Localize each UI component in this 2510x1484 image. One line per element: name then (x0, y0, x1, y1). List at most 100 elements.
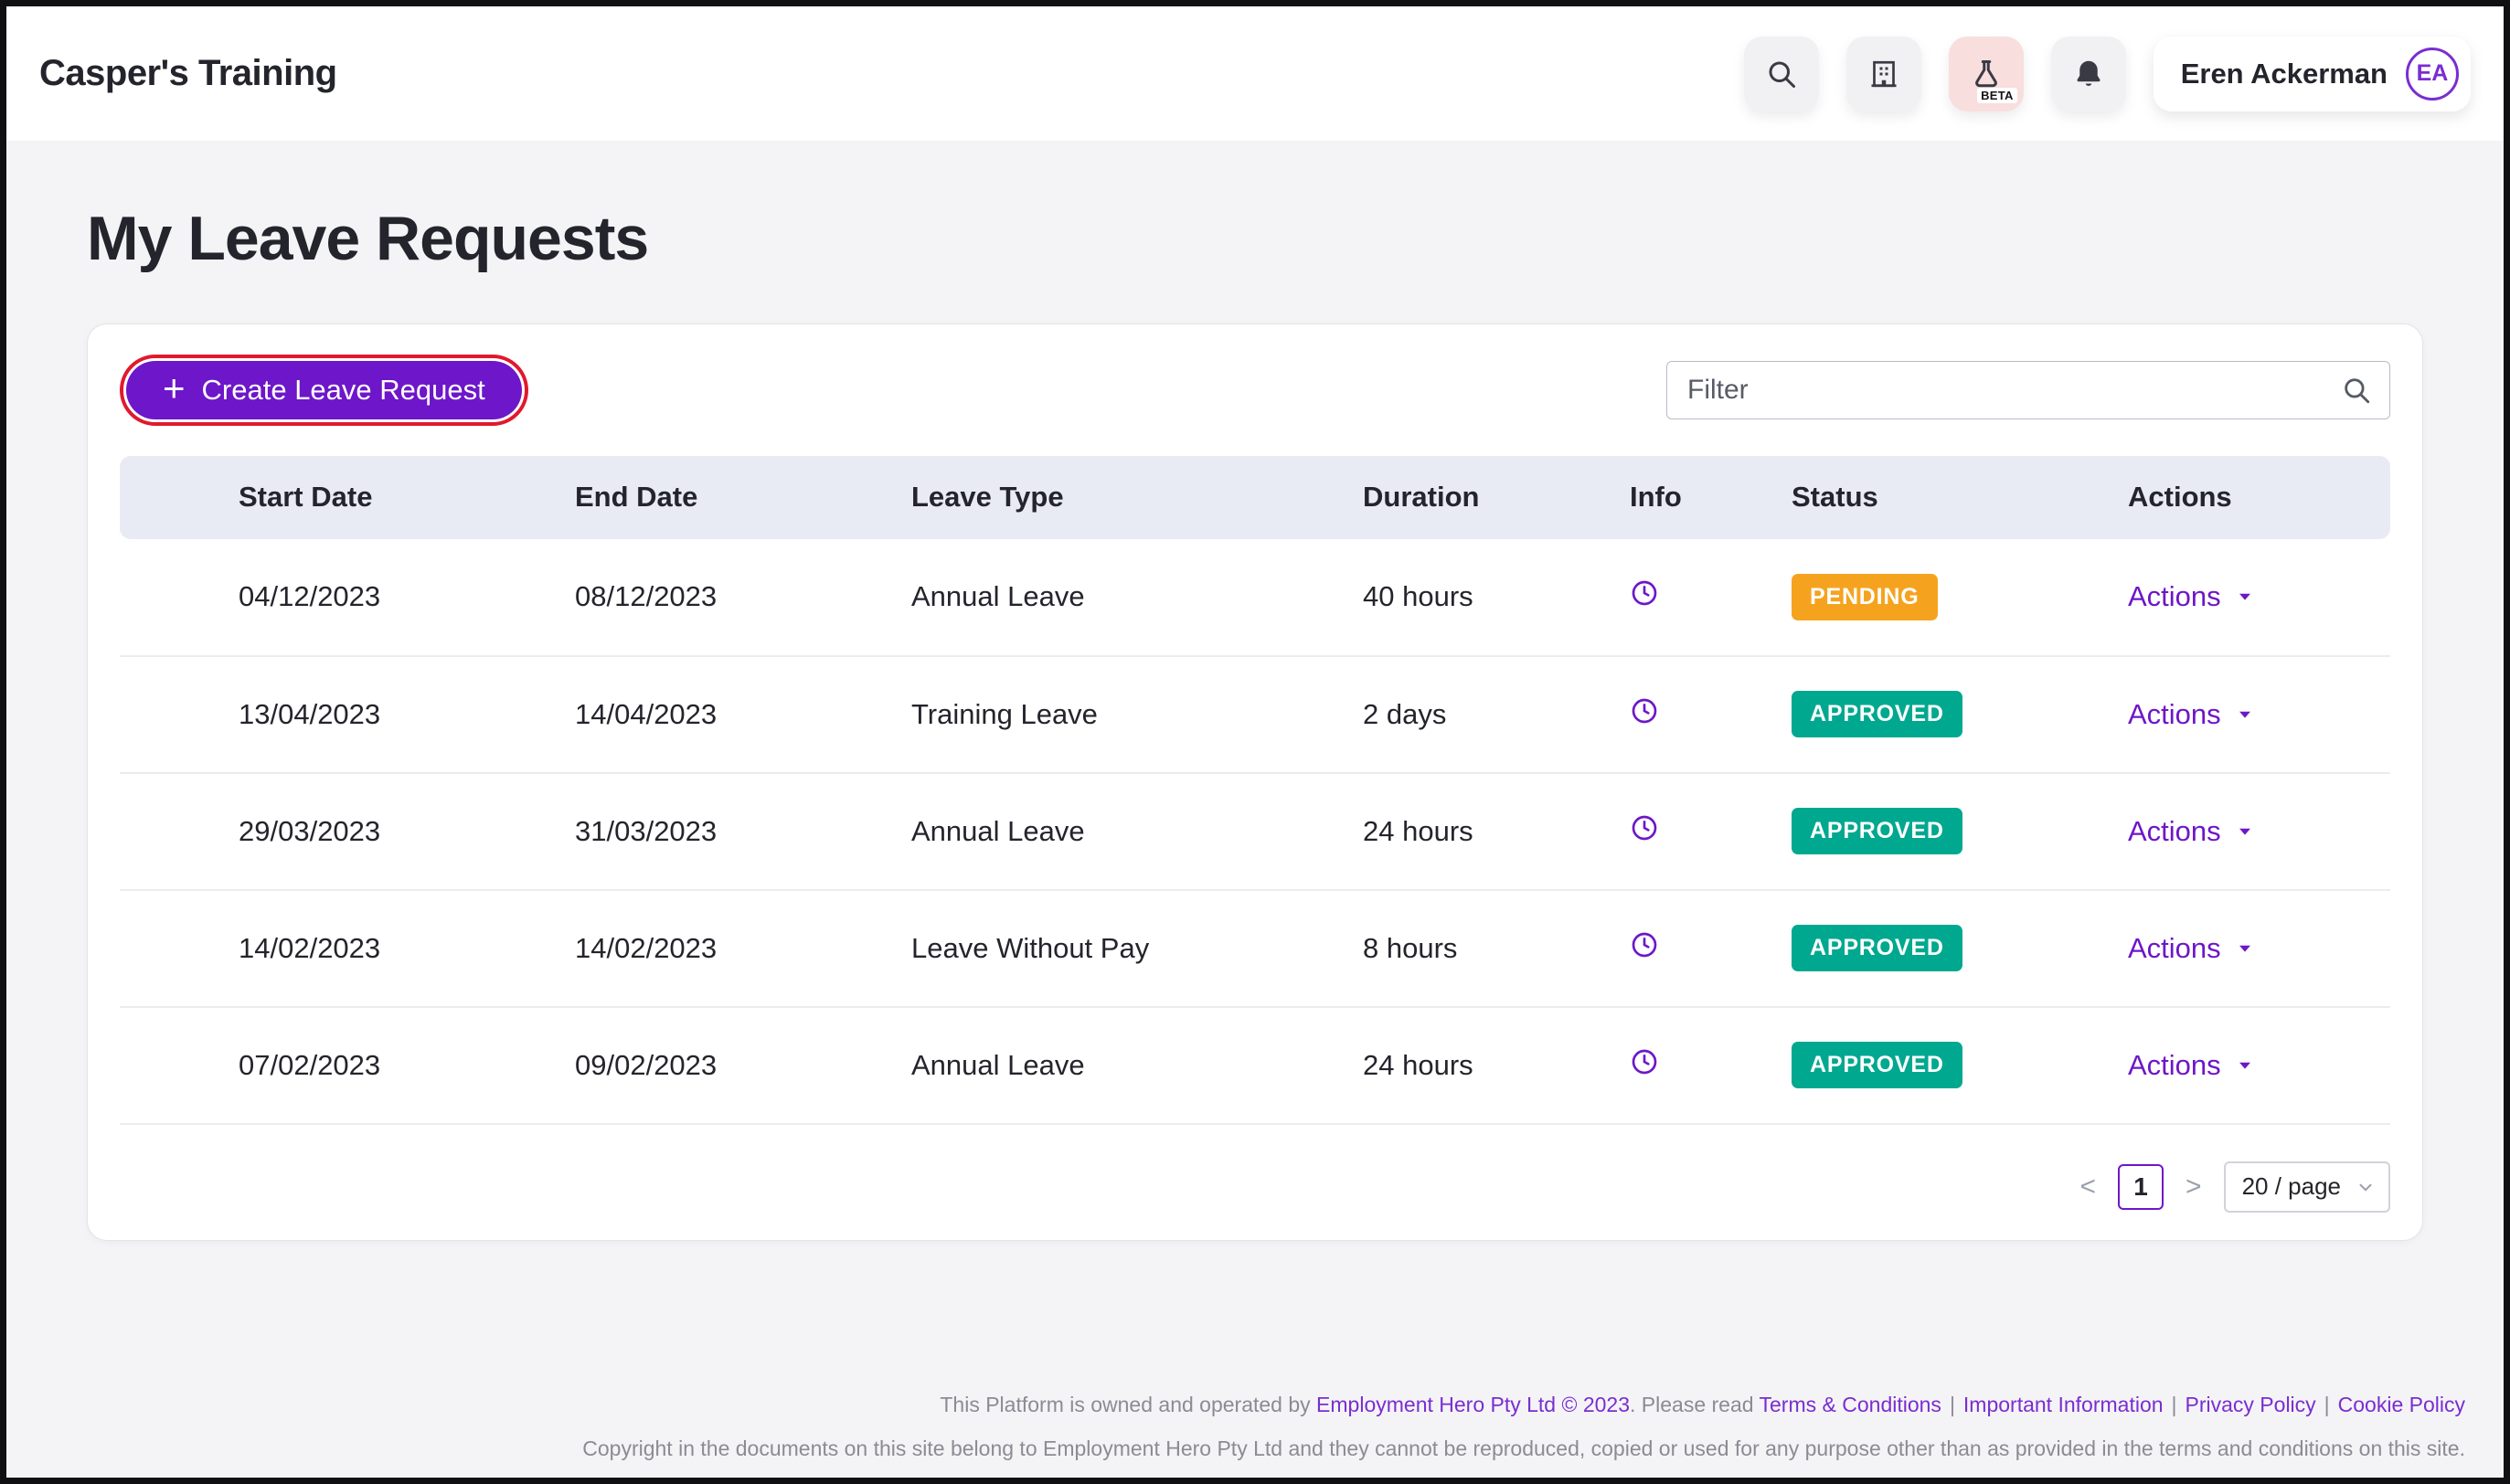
footer-text: . Please read (1630, 1393, 1760, 1417)
leave-requests-card: + Create Leave Request Start Date End Da… (87, 323, 2423, 1241)
table-row: 04/12/2023 08/12/2023 Annual Leave 40 ho… (120, 538, 2390, 657)
search-icon (1769, 61, 1795, 88)
beta-badge: BETA (1977, 87, 2017, 103)
highlight-ring: + Create Leave Request (120, 354, 528, 426)
separator: | (2324, 1393, 2330, 1417)
beta-features-button[interactable]: BETA (1948, 36, 2024, 111)
actions-dropdown[interactable]: Actions (2128, 580, 2255, 613)
table-row: 07/02/2023 09/02/2023 Annual Leave 24 ho… (120, 1006, 2390, 1125)
footer: This Platform is owned and operated by E… (45, 1392, 2465, 1463)
cell-info (1511, 889, 1673, 1008)
cell-info (1511, 655, 1673, 774)
current-page[interactable]: 1 (2118, 1163, 2164, 1210)
cell-actions: Actions (2009, 538, 2390, 657)
page-size-select[interactable]: 20 / page (2223, 1161, 2390, 1213)
status-badge: APPROVED (1792, 808, 1962, 855)
column-header-status: Status (1673, 455, 2009, 539)
cell-leave-type: Annual Leave (792, 1006, 1244, 1125)
column-header-actions: Actions (2009, 455, 2390, 539)
cell-status: APPROVED (1673, 655, 2009, 774)
cell-status: APPROVED (1673, 772, 2009, 891)
cell-end-date: 14/04/2023 (456, 655, 792, 774)
top-bar-actions: BETA Eren Ackerman EA (1743, 36, 2471, 111)
terms-conditions-link[interactable]: Terms & Conditions (1760, 1393, 1941, 1416)
cell-start-date: 07/02/2023 (120, 1006, 456, 1125)
screen: { "colors": { "accent_purple": "#6E16C9"… (0, 0, 2510, 1484)
page-size-value: 20 / page (2241, 1172, 2341, 1201)
cell-actions: Actions (2009, 889, 2390, 1008)
actions-label: Actions (2128, 1048, 2221, 1081)
prev-page-button[interactable]: < (2080, 1172, 2097, 1201)
top-bar: Casper's Training BETA Eren Ackerman EA (6, 6, 2504, 141)
cell-actions: Actions (2009, 772, 2390, 891)
actions-label: Actions (2128, 814, 2221, 847)
next-page-button[interactable]: > (2186, 1172, 2202, 1201)
main-content: My Leave Requests + Create Leave Request (6, 205, 2504, 1241)
privacy-policy-link[interactable]: Privacy Policy (2186, 1393, 2316, 1416)
filter-input[interactable] (1666, 360, 2390, 419)
leave-requests-table: Start Date End Date Leave Type Duration … (120, 455, 2390, 1125)
important-information-link[interactable]: Important Information (1963, 1393, 2164, 1416)
table-row: 14/02/2023 14/02/2023 Leave Without Pay … (120, 889, 2390, 1008)
clock-icon[interactable] (1630, 578, 1659, 608)
actions-dropdown[interactable]: Actions (2128, 698, 2255, 731)
clock-icon[interactable] (1630, 930, 1659, 959)
page-title: My Leave Requests (87, 204, 649, 273)
search-icon (2345, 378, 2370, 403)
status-badge: PENDING (1792, 573, 1938, 620)
avatar: EA (2406, 47, 2459, 101)
cell-start-date: 29/03/2023 (120, 772, 456, 891)
footer-line1: This Platform is owned and operated by E… (45, 1392, 2465, 1419)
actions-label: Actions (2128, 580, 2221, 613)
cell-start-date: 13/04/2023 (120, 655, 456, 774)
cell-duration: 24 hours (1244, 772, 1511, 891)
bell-icon (2077, 60, 2101, 86)
actions-dropdown[interactable]: Actions (2128, 1049, 2255, 1082)
cell-start-date: 04/12/2023 (120, 538, 456, 657)
table-header-row: Start Date End Date Leave Type Duration … (120, 455, 2390, 539)
notifications-button[interactable] (2050, 36, 2126, 111)
separator: | (2171, 1393, 2177, 1417)
caret-down-icon (2239, 594, 2250, 600)
app-title: Casper's Training (39, 53, 337, 93)
column-header-end-date: End Date (456, 455, 792, 539)
column-header-duration: Duration (1244, 455, 1511, 539)
cell-end-date: 14/02/2023 (456, 889, 792, 1008)
cell-end-date: 09/02/2023 (456, 1006, 792, 1125)
caret-down-icon (2239, 828, 2250, 835)
separator: | (1949, 1393, 1955, 1417)
cell-info (1511, 1006, 1673, 1125)
table-row: 29/03/2023 31/03/2023 Annual Leave 24 ho… (120, 772, 2390, 891)
actions-dropdown[interactable]: Actions (2128, 932, 2255, 965)
cell-duration: 24 hours (1244, 1006, 1511, 1125)
actions-dropdown[interactable]: Actions (2128, 815, 2255, 848)
status-badge: APPROVED (1792, 925, 1962, 972)
table-row: 13/04/2023 14/04/2023 Training Leave 2 d… (120, 655, 2390, 774)
company-button[interactable] (1845, 36, 1921, 111)
clock-icon[interactable] (1630, 813, 1659, 843)
column-header-start-date: Start Date (120, 455, 456, 539)
cookie-policy-link[interactable]: Cookie Policy (2338, 1393, 2465, 1416)
create-leave-request-button[interactable]: + Create Leave Request (126, 360, 522, 419)
caret-down-icon (2239, 1062, 2250, 1069)
user-name: Eren Ackerman (2180, 57, 2388, 90)
cell-status: APPROVED (1673, 1006, 2009, 1125)
status-badge: APPROVED (1792, 691, 1962, 738)
employment-hero-link[interactable]: Employment Hero Pty Ltd © 2023 (1316, 1393, 1630, 1416)
cell-duration: 2 days (1244, 655, 1511, 774)
cell-status: PENDING (1673, 538, 2009, 657)
caret-down-icon (2239, 711, 2250, 718)
user-menu[interactable]: Eren Ackerman EA (2153, 36, 2471, 111)
cell-info (1511, 772, 1673, 891)
actions-label: Actions (2128, 931, 2221, 964)
cell-status: APPROVED (1673, 889, 2009, 1008)
actions-label: Actions (2128, 697, 2221, 730)
footer-line2: Copyright in the documents on this site … (582, 1436, 2465, 1461)
cell-leave-type: Annual Leave (792, 538, 1244, 657)
clock-icon[interactable] (1630, 696, 1659, 726)
building-icon (1871, 60, 1897, 87)
search-button[interactable] (1743, 36, 1819, 111)
cell-leave-type: Training Leave (792, 655, 1244, 774)
column-header-info: Info (1511, 455, 1682, 539)
clock-icon[interactable] (1630, 1047, 1659, 1076)
